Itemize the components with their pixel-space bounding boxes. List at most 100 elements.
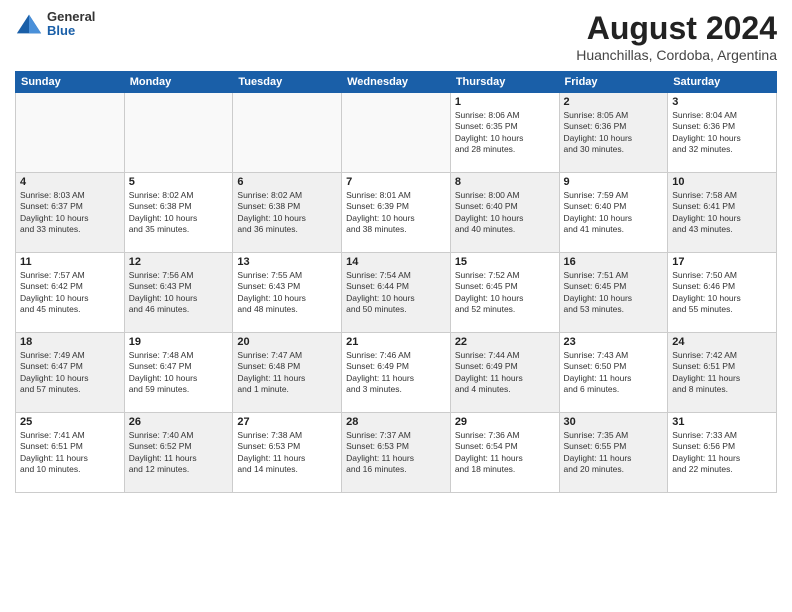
page: General Blue August 2024 Huanchillas, Co… xyxy=(0,0,792,612)
day-info: Sunrise: 7:51 AM Sunset: 6:45 PM Dayligh… xyxy=(564,270,664,316)
day-info: Sunrise: 7:48 AM Sunset: 6:47 PM Dayligh… xyxy=(129,350,229,396)
day-info: Sunrise: 8:02 AM Sunset: 6:38 PM Dayligh… xyxy=(237,190,337,236)
table-row: 28 Sunrise: 7:37 AM Sunset: 6:53 PM Dayli… xyxy=(342,413,451,493)
day-info: Sunrise: 7:41 AM Sunset: 6:51 PM Dayligh… xyxy=(20,430,120,476)
calendar-header-row: Sunday Monday Tuesday Wednesday Thursday… xyxy=(16,72,777,93)
logo-text: General Blue xyxy=(47,10,95,39)
table-row: 1Sunrise: 8:06 AM Sunset: 6:35 PM Daylig… xyxy=(450,93,559,173)
calendar-subtitle: Huanchillas, Cordoba, Argentina xyxy=(576,47,777,63)
table-row: 10 Sunrise: 7:58 AM Sunset: 6:41 PM Dayli… xyxy=(668,173,777,253)
table-row: 15 Sunrise: 7:52 AM Sunset: 6:45 PM Dayli… xyxy=(450,253,559,333)
table-row: 23 Sunrise: 7:43 AM Sunset: 6:50 PM Dayli… xyxy=(559,333,668,413)
table-row: 29Sunrise: 7:36 AM Sunset: 6:54 PM Dayli… xyxy=(450,413,559,493)
logo-icon xyxy=(15,10,43,38)
day-number: 26 xyxy=(129,416,229,428)
table-row xyxy=(124,93,233,173)
calendar-week-row: 1Sunrise: 8:06 AM Sunset: 6:35 PM Daylig… xyxy=(16,93,777,173)
table-row: 13 Sunrise: 7:55 AM Sunset: 6:43 PM Dayli… xyxy=(233,253,342,333)
day-info: Sunrise: 8:01 AM Sunset: 6:39 PM Dayligh… xyxy=(346,190,446,236)
day-number: 2 xyxy=(564,96,664,108)
day-info: Sunrise: 7:50 AM Sunset: 6:46 PM Dayligh… xyxy=(672,270,772,316)
day-number: 18 xyxy=(20,336,120,348)
day-info: Sunrise: 7:35 AM Sunset: 6:55 PM Dayligh… xyxy=(564,430,664,476)
day-number: 6 xyxy=(237,176,337,188)
table-row: 6 Sunrise: 8:02 AM Sunset: 6:38 PM Daylig… xyxy=(233,173,342,253)
table-row: 27Sunrise: 7:38 AM Sunset: 6:53 PM Dayli… xyxy=(233,413,342,493)
header-tuesday: Tuesday xyxy=(233,72,342,93)
table-row xyxy=(342,93,451,173)
table-row xyxy=(16,93,125,173)
day-number: 25 xyxy=(20,416,120,428)
table-row: 19Sunrise: 7:48 AM Sunset: 6:47 PM Dayli… xyxy=(124,333,233,413)
day-info: Sunrise: 7:46 AM Sunset: 6:49 PM Dayligh… xyxy=(346,350,446,396)
day-info: Sunrise: 8:04 AM Sunset: 6:36 PM Dayligh… xyxy=(672,110,772,156)
table-row: 21 Sunrise: 7:46 AM Sunset: 6:49 PM Dayli… xyxy=(342,333,451,413)
header-sunday: Sunday xyxy=(16,72,125,93)
day-number: 1 xyxy=(455,96,555,108)
day-number: 11 xyxy=(20,256,120,268)
header-saturday: Saturday xyxy=(668,72,777,93)
day-number: 27 xyxy=(237,416,337,428)
logo: General Blue xyxy=(15,10,95,39)
day-number: 24 xyxy=(672,336,772,348)
table-row: 2 Sunrise: 8:05 AM Sunset: 6:36 PM Daylig… xyxy=(559,93,668,173)
day-info: Sunrise: 7:58 AM Sunset: 6:41 PM Dayligh… xyxy=(672,190,772,236)
day-number: 7 xyxy=(346,176,446,188)
calendar-week-row: 4Sunrise: 8:03 AM Sunset: 6:37 PM Daylig… xyxy=(16,173,777,253)
table-row: 24 Sunrise: 7:42 AM Sunset: 6:51 PM Dayli… xyxy=(668,333,777,413)
day-number: 15 xyxy=(455,256,555,268)
day-number: 29 xyxy=(455,416,555,428)
day-number: 13 xyxy=(237,256,337,268)
table-row: 4Sunrise: 8:03 AM Sunset: 6:37 PM Daylig… xyxy=(16,173,125,253)
day-info: Sunrise: 7:37 AM Sunset: 6:53 PM Dayligh… xyxy=(346,430,446,476)
day-number: 3 xyxy=(672,96,772,108)
title-section: August 2024 Huanchillas, Cordoba, Argent… xyxy=(576,10,777,63)
day-info: Sunrise: 7:59 AM Sunset: 6:40 PM Dayligh… xyxy=(564,190,664,236)
table-row xyxy=(233,93,342,173)
day-number: 20 xyxy=(237,336,337,348)
day-number: 30 xyxy=(564,416,664,428)
day-number: 23 xyxy=(564,336,664,348)
table-row: 12 Sunrise: 7:56 AM Sunset: 6:43 PM Dayli… xyxy=(124,253,233,333)
day-info: Sunrise: 7:55 AM Sunset: 6:43 PM Dayligh… xyxy=(237,270,337,316)
day-info: Sunrise: 7:33 AM Sunset: 6:56 PM Dayligh… xyxy=(672,430,772,476)
header-wednesday: Wednesday xyxy=(342,72,451,93)
day-info: Sunrise: 8:03 AM Sunset: 6:37 PM Dayligh… xyxy=(20,190,120,236)
day-number: 14 xyxy=(346,256,446,268)
calendar-week-row: 18 Sunrise: 7:49 AM Sunset: 6:47 PM Dayli… xyxy=(16,333,777,413)
table-row: 7 Sunrise: 8:01 AM Sunset: 6:39 PM Daylig… xyxy=(342,173,451,253)
day-info: Sunrise: 7:40 AM Sunset: 6:52 PM Dayligh… xyxy=(129,430,229,476)
header: General Blue August 2024 Huanchillas, Co… xyxy=(15,10,777,63)
day-info: Sunrise: 7:47 AM Sunset: 6:48 PM Dayligh… xyxy=(237,350,337,396)
calendar-week-row: 25 Sunrise: 7:41 AM Sunset: 6:51 PM Dayli… xyxy=(16,413,777,493)
day-info: Sunrise: 7:42 AM Sunset: 6:51 PM Dayligh… xyxy=(672,350,772,396)
day-number: 10 xyxy=(672,176,772,188)
table-row: 5 Sunrise: 8:02 AM Sunset: 6:38 PM Daylig… xyxy=(124,173,233,253)
day-info: Sunrise: 7:56 AM Sunset: 6:43 PM Dayligh… xyxy=(129,270,229,316)
table-row: 30 Sunrise: 7:35 AM Sunset: 6:55 PM Dayli… xyxy=(559,413,668,493)
day-number: 5 xyxy=(129,176,229,188)
table-row: 9 Sunrise: 7:59 AM Sunset: 6:40 PM Daylig… xyxy=(559,173,668,253)
day-number: 16 xyxy=(564,256,664,268)
day-number: 28 xyxy=(346,416,446,428)
day-info: Sunrise: 7:49 AM Sunset: 6:47 PM Dayligh… xyxy=(20,350,120,396)
day-number: 9 xyxy=(564,176,664,188)
table-row: 20 Sunrise: 7:47 AM Sunset: 6:48 PM Dayli… xyxy=(233,333,342,413)
day-info: Sunrise: 7:54 AM Sunset: 6:44 PM Dayligh… xyxy=(346,270,446,316)
calendar-title: August 2024 xyxy=(576,10,777,47)
day-info: Sunrise: 7:52 AM Sunset: 6:45 PM Dayligh… xyxy=(455,270,555,316)
table-row: 18 Sunrise: 7:49 AM Sunset: 6:47 PM Dayli… xyxy=(16,333,125,413)
day-number: 22 xyxy=(455,336,555,348)
logo-general-label: General xyxy=(47,10,95,24)
logo-blue-label: Blue xyxy=(47,24,95,38)
day-info: Sunrise: 8:02 AM Sunset: 6:38 PM Dayligh… xyxy=(129,190,229,236)
day-number: 12 xyxy=(129,256,229,268)
header-thursday: Thursday xyxy=(450,72,559,93)
header-friday: Friday xyxy=(559,72,668,93)
day-number: 8 xyxy=(455,176,555,188)
day-info: Sunrise: 7:43 AM Sunset: 6:50 PM Dayligh… xyxy=(564,350,664,396)
day-info: Sunrise: 8:00 AM Sunset: 6:40 PM Dayligh… xyxy=(455,190,555,236)
day-info: Sunrise: 8:05 AM Sunset: 6:36 PM Dayligh… xyxy=(564,110,664,156)
day-number: 21 xyxy=(346,336,446,348)
table-row: 22Sunrise: 7:44 AM Sunset: 6:49 PM Dayli… xyxy=(450,333,559,413)
